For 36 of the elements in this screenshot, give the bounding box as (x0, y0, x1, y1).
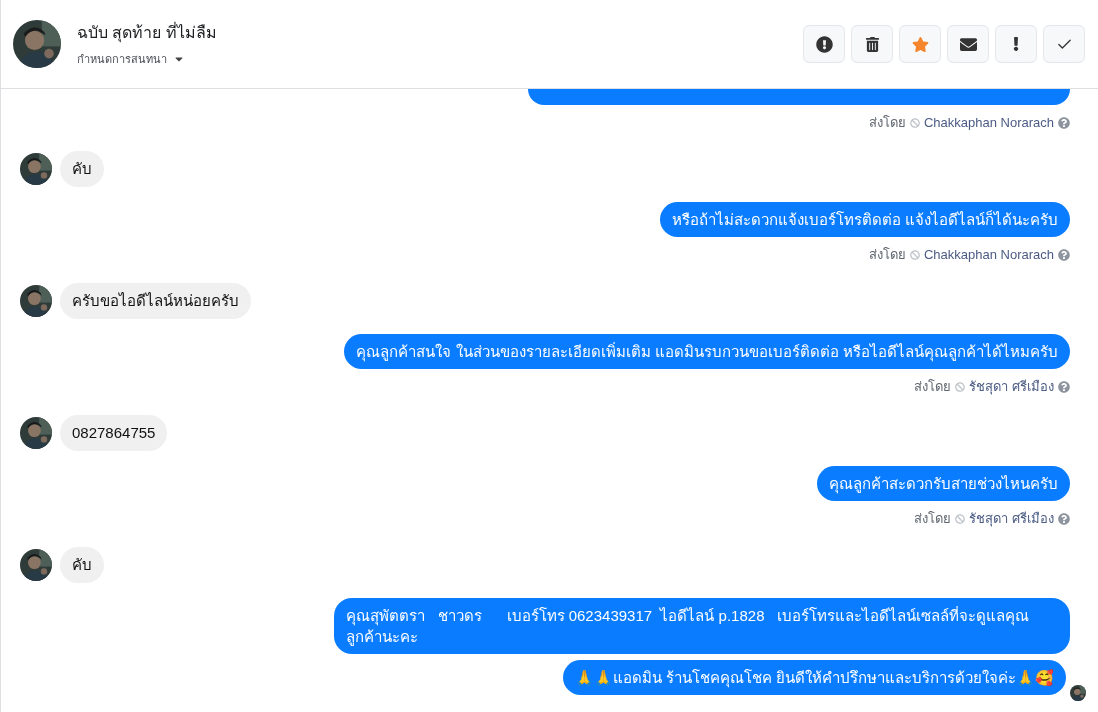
help-icon[interactable] (1058, 380, 1070, 393)
sent-by-label: ส่งโดย (914, 378, 952, 396)
sent-by-label: ส่งโดย (868, 114, 906, 132)
status-icon (955, 381, 966, 392)
message-bubble: 0827864755 (60, 414, 168, 451)
sender-name[interactable]: รัชสุดา ศรีเมือง (969, 509, 1054, 529)
message-bubble: คุณลูกค้าสนใจ ในส่วนของรายละเอียดเพิ่มเติม แอดมินรบกวนขอเบอร์ติดต่อ หรือไอดีไลน์คุณลูกค้าได้ไหมครับ (344, 334, 1070, 369)
contact-name: ฉบับ สุดท้าย ที่ไม่ลืม (77, 21, 217, 45)
status-icon (955, 513, 966, 524)
sent-by-label: ส่งโดย (914, 510, 952, 528)
status-icon (909, 249, 920, 260)
delete-button[interactable] (851, 25, 893, 63)
star-icon (911, 35, 929, 53)
sender-name[interactable]: รัชสุดา ศรีเมือง (969, 377, 1054, 397)
alert-icon (815, 35, 833, 53)
help-icon[interactable] (1058, 116, 1070, 129)
message-bubble: คับ (60, 150, 104, 187)
trash-icon (864, 36, 880, 52)
conversation-menu[interactable]: กำหนดการสนทนา (77, 50, 217, 68)
message-bubble: ครับขอไอดีไลน์หน่อยครับ (60, 282, 251, 319)
sender-name[interactable]: Chakkaphan Norarach (923, 113, 1054, 133)
help-icon[interactable] (1058, 248, 1070, 261)
sent-by-label: ส่งโดย (868, 246, 906, 264)
message-bubble: คุณลูกค้าสะดวกรับสายช่วงไหนครับ (817, 466, 1070, 501)
envelope-icon (959, 35, 977, 53)
message-bubble: คุณสุพัตตรา ชาวดร เบอร์โทร 0623439317 ไอดีไลน์ p.1828 เบอร์โทรและไอดีไลน์เซลล์ที่จะดูแลคุณลูกค้านะคะ (334, 598, 1070, 654)
spam-button[interactable] (803, 25, 845, 63)
follow-up-button[interactable] (995, 25, 1037, 63)
message-bubble: หรือถ้าไม่สะดวกแจ้งเบอร์โทรติดต่อ แจ้งไอดีไลน์ก็ได้นะครับ (659, 202, 1070, 237)
message-bubble: 🙏🙏แอดมิน ร้านโชคคุณโชค ยินดีให้คำปรึกษาและบริการด้วยใจค่ะ🙏🥰 (562, 660, 1066, 695)
help-icon[interactable] (1058, 512, 1070, 525)
status-icon (909, 117, 920, 128)
sender-name[interactable]: Chakkaphan Norarach (923, 245, 1054, 265)
mark-unread-button[interactable] (947, 25, 989, 63)
star-button[interactable] (899, 25, 941, 63)
message-bubble: คับ (60, 546, 104, 583)
